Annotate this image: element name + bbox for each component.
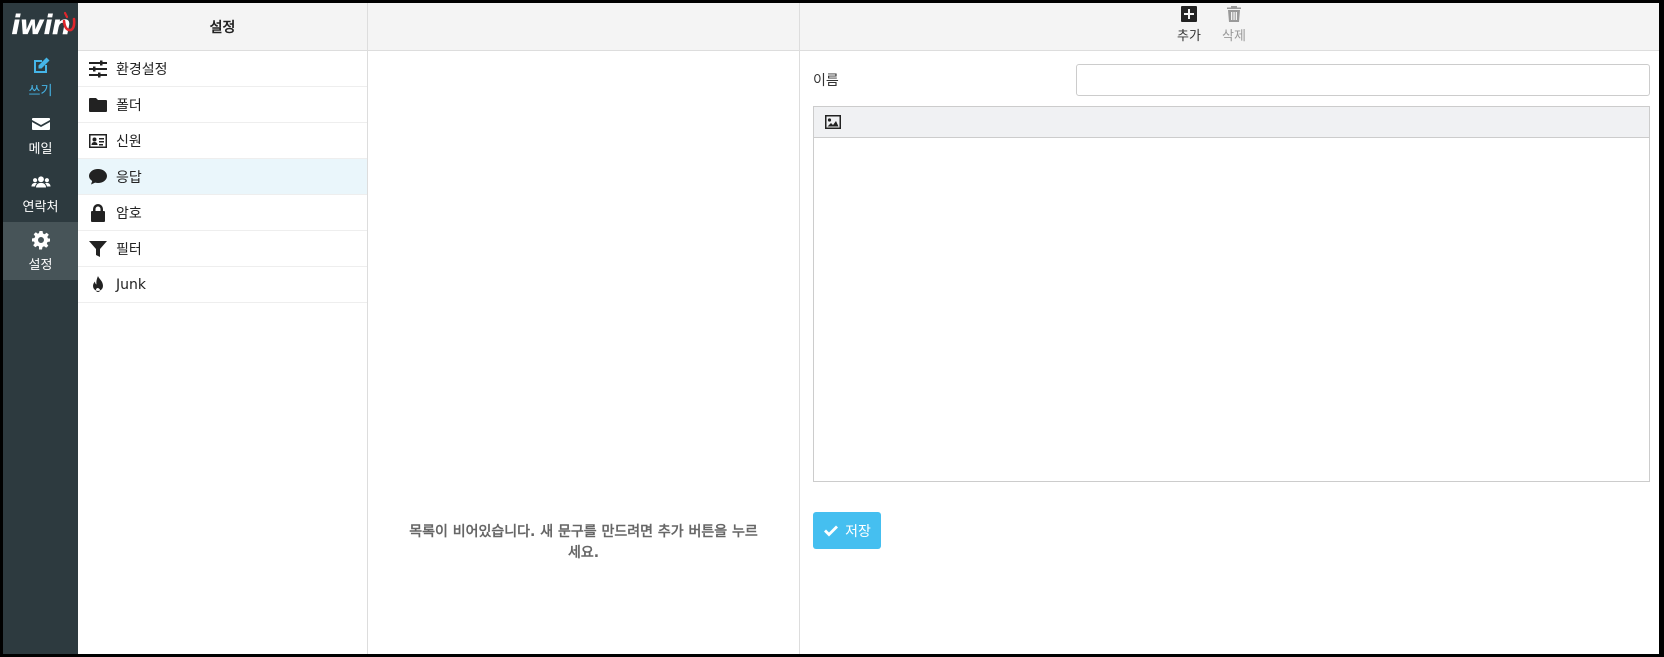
compose-icon — [33, 57, 49, 73]
users-icon — [30, 175, 51, 187]
nav-item-settings[interactable]: 설정 — [3, 222, 78, 280]
rich-text-editor — [813, 106, 1650, 482]
logo: iwin — [3, 3, 78, 48]
fire-icon — [93, 275, 103, 292]
trash-icon — [1227, 6, 1241, 22]
check-icon — [824, 525, 839, 536]
filter-icon — [89, 240, 107, 257]
list-header — [368, 3, 799, 51]
add-button[interactable]: 추가 — [1169, 5, 1209, 44]
comment-icon — [89, 168, 107, 184]
editor-body: 이름 저장 — [800, 51, 1659, 654]
settings-item-responses[interactable]: 응답 — [78, 159, 367, 195]
app-window: iwin 쓰기 메일 연락처 설정 설정 환경설정 폴더 신원 응답 암호 필터… — [3, 3, 1659, 654]
settings-header: 설정 — [78, 3, 367, 51]
id-card-icon — [89, 133, 107, 148]
editor-toolbar: 추가 삭제 — [800, 3, 1659, 51]
response-editor-panel: 추가 삭제 이름 저장 — [800, 3, 1659, 654]
settings-item-label: 신원 — [116, 133, 142, 150]
nav-item-contacts[interactable]: 연락처 — [3, 164, 78, 222]
settings-item-label: 암호 — [116, 205, 142, 222]
save-button[interactable]: 저장 — [813, 512, 881, 549]
logo-smile-icon — [62, 11, 76, 32]
nav-item-label: 설정 — [28, 257, 53, 273]
sliders-icon — [89, 60, 107, 77]
settings-item-label: Junk — [116, 276, 146, 293]
settings-item-junk[interactable]: Junk — [78, 267, 367, 303]
rich-text-toolbar — [814, 107, 1649, 138]
settings-item-password[interactable]: 암호 — [78, 195, 367, 231]
insert-image-icon[interactable] — [824, 114, 842, 130]
settings-item-label: 필터 — [116, 241, 142, 258]
settings-item-label: 폴더 — [116, 97, 142, 114]
add-button-label: 추가 — [1177, 29, 1201, 44]
lock-icon — [91, 203, 105, 222]
name-row: 이름 — [813, 64, 1650, 96]
name-input[interactable] — [1076, 64, 1650, 96]
nav-item-compose[interactable]: 쓰기 — [3, 48, 78, 106]
gear-icon — [31, 230, 50, 249]
save-button-label: 저장 — [845, 523, 871, 540]
settings-item-folders[interactable]: 폴더 — [78, 87, 367, 123]
empty-list-message: 목록이 비어있습니다. 새 문구를 만드려면 추가 버튼을 누르세요. — [409, 524, 758, 561]
envelope-icon — [31, 117, 50, 130]
response-text-area[interactable] — [814, 138, 1649, 481]
settings-item-identities[interactable]: 신원 — [78, 123, 367, 159]
settings-item-filters[interactable]: 필터 — [78, 231, 367, 267]
nav-item-label: 연락처 — [22, 199, 59, 215]
settings-item-preferences[interactable]: 환경설정 — [78, 51, 367, 87]
responses-list: 목록이 비어있습니다. 새 문구를 만드려면 추가 버튼을 누르세요. — [368, 51, 799, 654]
responses-list-panel: 목록이 비어있습니다. 새 문구를 만드려면 추가 버튼을 누르세요. — [368, 3, 800, 654]
nav-rail: iwin 쓰기 메일 연락처 설정 — [3, 3, 78, 654]
plus-square-icon — [1181, 6, 1197, 22]
folder-icon — [89, 97, 107, 112]
settings-item-label: 환경설정 — [116, 61, 168, 78]
delete-button-label: 삭제 — [1222, 29, 1246, 44]
settings-panel: 설정 환경설정 폴더 신원 응답 암호 필터 Junk — [78, 3, 368, 654]
nav-item-label: 쓰기 — [28, 83, 53, 99]
nav-item-label: 메일 — [28, 141, 53, 157]
nav-item-mail[interactable]: 메일 — [3, 106, 78, 164]
name-label: 이름 — [813, 73, 839, 89]
delete-button[interactable]: 삭제 — [1214, 5, 1254, 44]
settings-item-label: 응답 — [116, 169, 142, 186]
